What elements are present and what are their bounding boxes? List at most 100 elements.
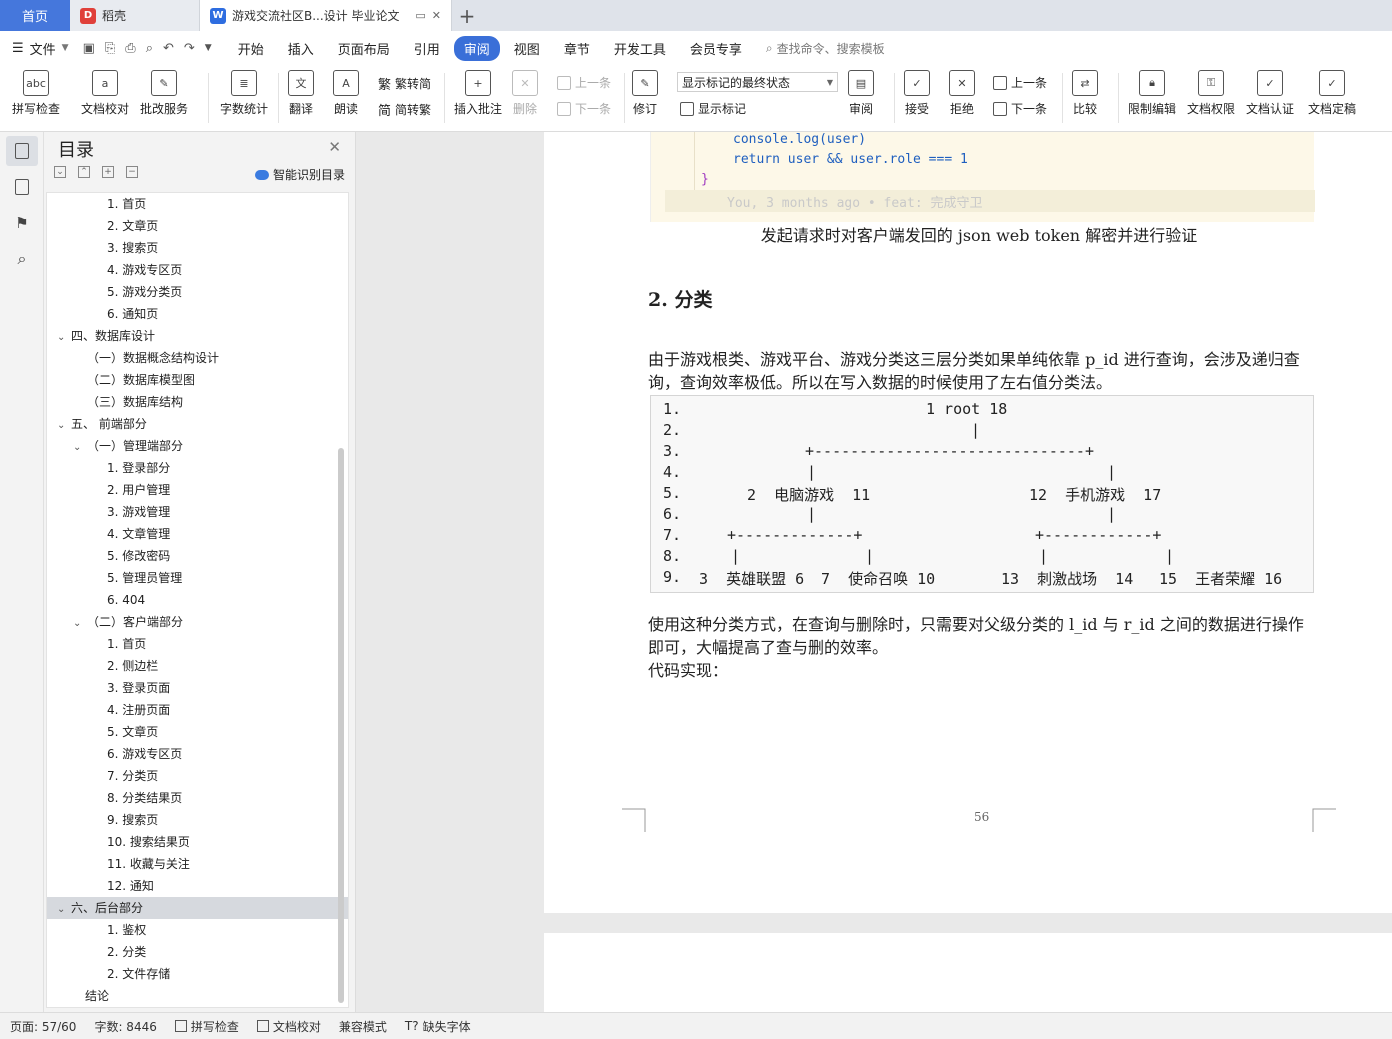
toc-item[interactable]: 8. 分类结果页: [47, 787, 348, 809]
save-icon[interactable]: ▣: [83, 41, 95, 56]
doc-permission-button[interactable]: ⚿ 文档权限: [1187, 70, 1235, 117]
toc-item[interactable]: ⌄ （一）管理端部分: [47, 435, 348, 457]
toc-item[interactable]: 3. 搜索页: [47, 237, 348, 259]
menu-review[interactable]: 审阅: [453, 35, 500, 61]
toc-item[interactable]: （三）数据库结构: [47, 391, 348, 413]
compat-mode[interactable]: 兼容模式: [339, 1018, 387, 1035]
menu-reference[interactable]: 引用: [404, 36, 450, 61]
prev-change-button[interactable]: 上一条: [993, 74, 1047, 91]
collapse-all-icon[interactable]: ⌄: [54, 166, 66, 178]
tab-document[interactable]: W 游戏交流社区B...设计 毕业论文 ▭ ✕: [200, 0, 452, 31]
chevron-down-icon[interactable]: ⌄: [73, 437, 87, 459]
toc-item[interactable]: 5. 管理员管理: [47, 567, 348, 589]
toc-item[interactable]: ⌄ 四、数据库设计: [47, 325, 348, 347]
toc-item[interactable]: 1. 鉴权: [47, 919, 348, 941]
chevron-down-icon[interactable]: ⌄: [57, 899, 71, 921]
expand-all-icon[interactable]: ⌃: [78, 166, 90, 178]
show-markup-button[interactable]: 显示标记: [680, 100, 746, 117]
toc-item[interactable]: 6. 通知页: [47, 303, 348, 325]
export-pdf-icon[interactable]: ⎘: [105, 41, 115, 56]
doc-finalize-button[interactable]: ✓ 文档定稿: [1308, 70, 1356, 117]
compare-button[interactable]: ⇄ 比较: [1072, 70, 1098, 117]
annotate-service-button[interactable]: ✎ 批改服务: [140, 70, 188, 117]
toc-item[interactable]: 结论: [47, 985, 348, 1007]
toc-item[interactable]: 10. 搜索结果页: [47, 831, 348, 853]
toc-item[interactable]: 3. 登录页面: [47, 677, 348, 699]
undo-icon[interactable]: ↶: [163, 41, 174, 56]
toc-item[interactable]: 2. 文章页: [47, 215, 348, 237]
toc-item[interactable]: 1. 登录部分: [47, 457, 348, 479]
toc-item[interactable]: 5. 文章页: [47, 721, 348, 743]
toc-item[interactable]: 2. 侧边栏: [47, 655, 348, 677]
close-tab-icon[interactable]: ✕: [432, 9, 441, 22]
prev-comment-button[interactable]: 上一条: [557, 74, 611, 91]
toc-item[interactable]: ⌄ 五、 前端部分: [47, 413, 348, 435]
delete-comment-button[interactable]: ✕ 删除: [512, 70, 538, 117]
close-icon[interactable]: ✕: [328, 138, 341, 156]
toc-item[interactable]: 6. 游戏专区页: [47, 743, 348, 765]
restrict-edit-button[interactable]: 🔒︎ 限制编辑: [1128, 70, 1176, 117]
toc-item[interactable]: （二）数据库模型图: [47, 369, 348, 391]
file-menu[interactable]: ☰ 文件 ▼: [12, 39, 79, 58]
toc-item[interactable]: （一）数据概念结构设计: [47, 347, 348, 369]
proof-toggle[interactable]: 文档校对: [256, 1018, 321, 1035]
toc-item[interactable]: 4. 文章管理: [47, 523, 348, 545]
chevron-down-icon[interactable]: ⌄: [57, 327, 71, 349]
revise-button[interactable]: ✎ 修订: [632, 70, 658, 117]
menu-devtools[interactable]: 开发工具: [604, 36, 676, 61]
doccheck-button[interactable]: a 文档校对: [81, 70, 129, 117]
bookmark-button[interactable]: ⚑: [6, 208, 38, 238]
toc-item[interactable]: 1. 首页: [47, 193, 348, 215]
next-change-button[interactable]: 下一条: [993, 100, 1047, 117]
translate-button[interactable]: 文翻译: [288, 70, 314, 117]
next-comment-button[interactable]: 下一条: [557, 100, 611, 117]
chevron-down-icon[interactable]: ⌄: [73, 613, 87, 635]
spell-check-toggle[interactable]: 拼写检查: [174, 1018, 239, 1035]
add-heading-icon[interactable]: +: [102, 166, 114, 178]
menu-layout[interactable]: 页面布局: [328, 36, 400, 61]
print-preview-icon[interactable]: ⌕: [146, 41, 153, 56]
pin-icon[interactable]: ▭: [415, 9, 425, 22]
chapter-nav-button[interactable]: [6, 172, 38, 202]
toc-item[interactable]: 12. 通知: [47, 875, 348, 897]
missing-font-button[interactable]: T? 缺失字体: [405, 1018, 471, 1035]
toc-item[interactable]: 4. 注册页面: [47, 699, 348, 721]
read-aloud-button[interactable]: A 朗读: [333, 70, 359, 117]
word-count[interactable]: 字数: 8446: [94, 1018, 156, 1035]
toc-item[interactable]: 2. 分类: [47, 941, 348, 963]
spellcheck-button[interactable]: abc 拼写检查: [12, 70, 60, 117]
menu-insert[interactable]: 插入: [278, 36, 324, 61]
markup-state-select[interactable]: 显示标记的最终状态 ▼: [677, 72, 838, 92]
toc-item[interactable]: 4. 游戏专区页: [47, 259, 348, 281]
scrollbar[interactable]: [338, 448, 344, 1003]
toc-item[interactable]: 1. 首页: [47, 633, 348, 655]
customize-icon[interactable]: ▼: [205, 43, 212, 53]
toc-item[interactable]: ⌄ （二）客户端部分: [47, 611, 348, 633]
toc-item[interactable]: 5. 修改密码: [47, 545, 348, 567]
toc-item[interactable]: 9. 搜索页: [47, 809, 348, 831]
accept-button[interactable]: ✓ 接受: [904, 70, 930, 117]
to-simplified-button[interactable]: 简简转繁: [378, 100, 431, 119]
wordcount-button[interactable]: ≣ 字数统计: [220, 70, 268, 117]
toc-item[interactable]: 3. 游戏管理: [47, 501, 348, 523]
toc-item[interactable]: 2. 文件存储: [47, 963, 348, 985]
tab-daoke[interactable]: D 稻壳: [70, 0, 200, 31]
redo-icon[interactable]: ↷: [184, 41, 195, 56]
menu-view[interactable]: 视图: [504, 36, 550, 61]
reject-button[interactable]: ✕ 拒绝: [949, 70, 975, 117]
to-traditional-button[interactable]: 繁繁转简: [378, 74, 431, 93]
toc-panel-button[interactable]: [6, 136, 38, 166]
tab-home[interactable]: 首页: [0, 0, 70, 31]
menu-chapter[interactable]: 章节: [554, 36, 600, 61]
remove-heading-icon[interactable]: −: [126, 166, 138, 178]
page-indicator[interactable]: 页面: 57/60: [10, 1018, 76, 1035]
menu-vip[interactable]: 会员专享: [680, 36, 752, 61]
toc-item[interactable]: 11. 收藏与关注: [47, 853, 348, 875]
toc-item[interactable]: 6. 404: [47, 589, 348, 611]
toc-item[interactable]: ⌄ 六、后台部分: [47, 897, 348, 919]
insert-comment-button[interactable]: + 插入批注: [454, 70, 502, 117]
add-tab-button[interactable]: +: [452, 0, 482, 31]
smart-toc-button[interactable]: 智能识别目录: [254, 166, 345, 183]
find-button[interactable]: ⌕: [6, 244, 38, 274]
toc-item[interactable]: 5. 游戏分类页: [47, 281, 348, 303]
